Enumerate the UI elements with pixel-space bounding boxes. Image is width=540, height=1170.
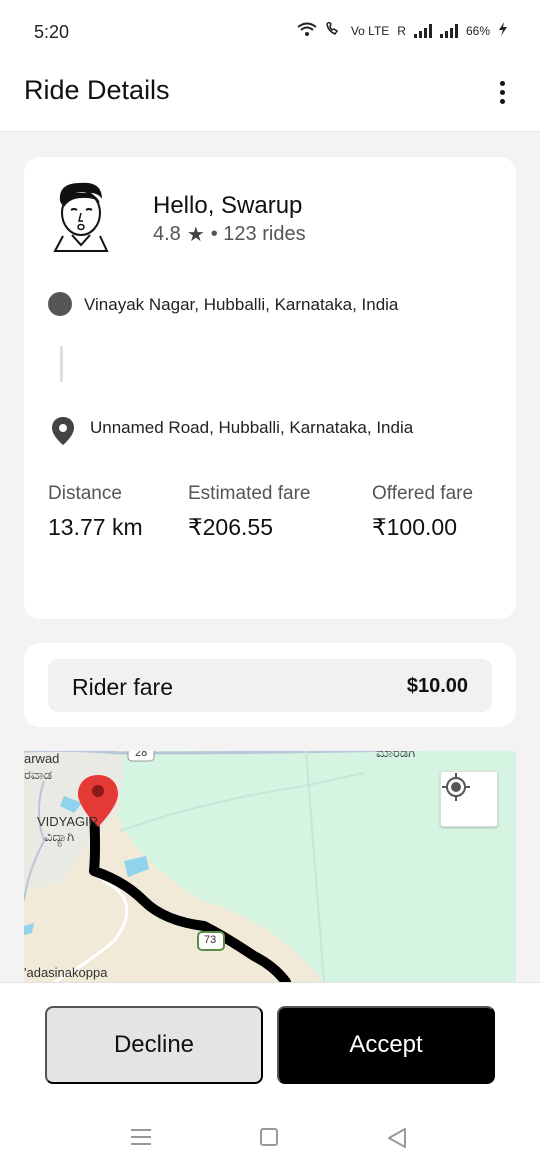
more-vert-icon[interactable] [492, 78, 512, 106]
rider-fare-card: Rider fare $10.00 [24, 643, 516, 727]
network-label: Vo LTE [350, 23, 390, 38]
rating-value: 4.8 [153, 223, 181, 245]
stat-value: ₹206.55 [188, 514, 273, 540]
stat-label: Distance [48, 483, 122, 504]
rider-rating-row: 4.8 ★ • 123 rides [153, 222, 306, 247]
rider-fare-value: $10.00 [406, 675, 468, 697]
stat-label: Estimated fare [188, 483, 311, 504]
status-time: 5:20 [34, 22, 70, 42]
page-title: Ride Details [24, 75, 170, 105]
bottom-action-panel: Decline Accept [0, 982, 540, 1170]
map-label: ಮಾರಡಗಿ [376, 751, 416, 760]
map-label: VIDYAGIR [37, 814, 99, 829]
accept-button[interactable]: Accept [277, 1006, 495, 1084]
system-nav-bar [0, 1121, 540, 1157]
route-shield-28: 28 [135, 751, 148, 759]
stat-value: ₹100.00 [372, 514, 457, 540]
pickup-address: Vinayak Nagar, Hubballi, Karnataka, Indi… [84, 295, 399, 314]
battery-label: 66% [465, 23, 490, 38]
stat-distance: Distance 13.77 km [48, 483, 143, 541]
signal-icon-2 [439, 23, 458, 38]
status-bar: 5:20 Vo LTE R 66% [0, 0, 540, 62]
route-connector [60, 346, 63, 382]
stat-value: 13.77 km [48, 514, 143, 540]
wifi-icon [297, 22, 317, 39]
signal-icon [413, 23, 432, 38]
stat-label: Offered fare [372, 483, 474, 504]
rider-fare-label: Rider fare [72, 674, 173, 700]
home-icon[interactable] [260, 1128, 278, 1146]
decline-button[interactable]: Decline [45, 1006, 263, 1084]
charging-icon [498, 22, 508, 39]
star-icon: ★ [186, 224, 205, 246]
map-label: arwad [24, 751, 60, 766]
recents-icon[interactable] [131, 1129, 151, 1145]
pickup-dot-icon [48, 292, 72, 316]
app-bar: Ride Details [0, 62, 540, 132]
my-location-button[interactable] [440, 771, 498, 827]
avatar [50, 179, 112, 255]
rider-greeting: Hello, Swarup [153, 192, 303, 219]
sim-label: R [397, 23, 406, 38]
status-icons: Vo LTE R 66% [297, 20, 508, 39]
ride-details-card: Hello, Swarup 4.8 ★ • 123 rides Vinayak … [24, 157, 516, 619]
back-icon[interactable] [387, 1127, 407, 1154]
route-shield-73: 73 [204, 934, 217, 946]
ride-count: • 123 rides [210, 223, 306, 245]
stat-estimated-fare: Estimated fare ₹206.55 [188, 483, 311, 541]
location-pin-icon [51, 416, 75, 446]
call-icon [325, 20, 343, 39]
rider-fare-row: Rider fare $10.00 [48, 659, 492, 712]
drop-address: Unnamed Road, Hubballi, Karnataka, India [90, 418, 414, 437]
stat-offered-fare: Offered fare ₹100.00 [372, 483, 473, 541]
map-label: 'adasinakoppa [24, 965, 108, 980]
map-label: ರವಾಡ [24, 767, 53, 782]
map-label: ವಿದ್ಯಾಗಿ [44, 829, 75, 844]
route-map[interactable]: arwad ರವಾಡ VIDYAGIR ವಿದ್ಯಾಗಿ 'adasinakop… [24, 751, 516, 982]
